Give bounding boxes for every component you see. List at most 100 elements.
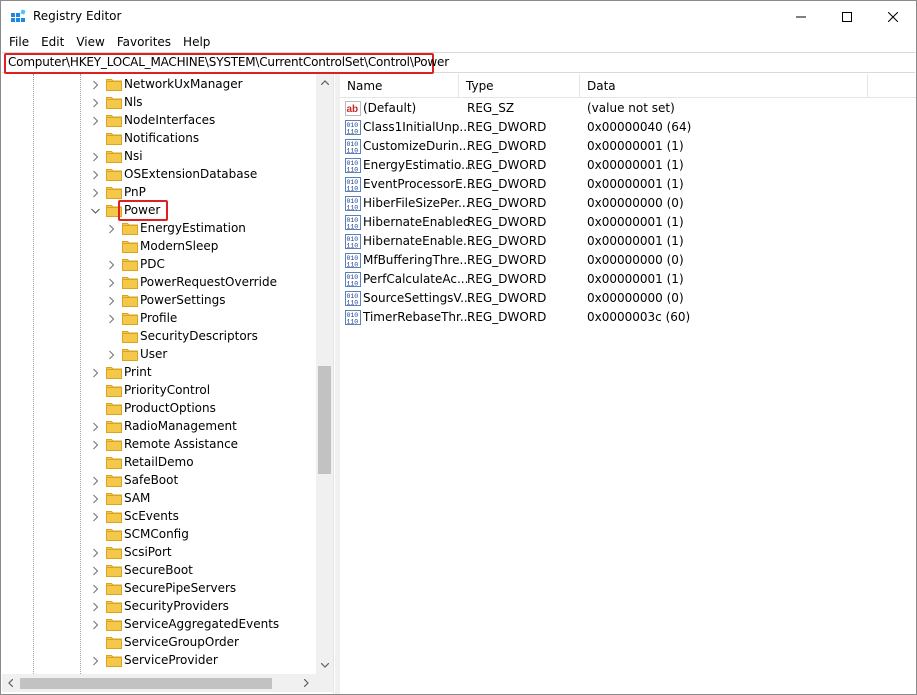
chevron-right-icon[interactable] bbox=[91, 601, 100, 612]
tree-item[interactable]: Power bbox=[2, 200, 316, 221]
menu-help[interactable]: Help bbox=[177, 32, 216, 52]
tree-item[interactable]: PowerRequestOverride bbox=[2, 273, 316, 291]
value-row[interactable]: 010 110 EventProcessorE... REG_DWORD 0x00000… bbox=[340, 175, 916, 194]
tree-item[interactable]: RadioManagement bbox=[2, 417, 316, 435]
folder-icon bbox=[122, 329, 138, 343]
chevron-right-icon[interactable] bbox=[91, 475, 100, 486]
scroll-left-arrow-icon[interactable] bbox=[2, 674, 19, 691]
tree-item[interactable]: SCMConfig bbox=[2, 525, 316, 543]
value-row[interactable]: 010 110 MfBufferingThre... REG_DWORD 0x00000… bbox=[340, 251, 916, 270]
chevron-right-icon[interactable] bbox=[91, 187, 100, 198]
tree-item[interactable]: ProductOptions bbox=[2, 399, 316, 417]
tree-item-label: NetworkUxManager bbox=[124, 77, 243, 91]
tree-item[interactable]: PnP bbox=[2, 183, 316, 201]
chevron-right-icon[interactable] bbox=[91, 583, 100, 594]
chevron-right-icon[interactable] bbox=[91, 547, 100, 558]
chevron-right-icon[interactable] bbox=[91, 439, 100, 450]
tree-item[interactable]: SecureBoot bbox=[2, 561, 316, 579]
tree-item[interactable]: ServiceProvider bbox=[2, 651, 316, 669]
title-bar[interactable]: Registry Editor bbox=[1, 1, 916, 32]
tree-item[interactable]: Print bbox=[2, 363, 316, 381]
chevron-right-icon[interactable] bbox=[91, 619, 100, 630]
tree-item[interactable]: SAM bbox=[2, 489, 316, 507]
tree-item[interactable]: ServiceGroupOrder bbox=[2, 633, 316, 651]
chevron-right-icon[interactable] bbox=[91, 79, 100, 90]
chevron-right-icon[interactable] bbox=[91, 151, 100, 162]
chevron-right-icon[interactable] bbox=[91, 565, 100, 576]
chevron-right-icon[interactable] bbox=[91, 655, 100, 666]
chevron-right-icon[interactable] bbox=[107, 277, 116, 288]
chevron-right-icon[interactable] bbox=[91, 97, 100, 108]
column-header-type[interactable]: Type bbox=[459, 74, 580, 98]
chevron-right-icon[interactable] bbox=[91, 421, 100, 432]
scroll-up-arrow-icon[interactable] bbox=[316, 74, 333, 91]
value-name: TimerRebaseThr... bbox=[363, 310, 472, 324]
tree-vertical-scrollbar[interactable] bbox=[316, 74, 333, 674]
chevron-right-icon[interactable] bbox=[107, 295, 116, 306]
scroll-right-arrow-icon[interactable] bbox=[298, 674, 315, 691]
chevron-right-icon[interactable] bbox=[107, 223, 116, 234]
chevron-right-icon[interactable] bbox=[91, 169, 100, 180]
tree-item[interactable]: SecurityProviders bbox=[2, 597, 316, 615]
tree-item[interactable]: User bbox=[2, 345, 316, 363]
tree-horizontal-scrollbar[interactable] bbox=[2, 674, 333, 692]
menu-edit[interactable]: Edit bbox=[35, 32, 70, 52]
menu-favorites[interactable]: Favorites bbox=[111, 32, 177, 52]
value-row[interactable]: 010 110 TimerRebaseThr... REG_DWORD 0x000000… bbox=[340, 308, 916, 327]
minimize-button[interactable] bbox=[778, 1, 824, 32]
value-row[interactable]: ab (Default) REG_SZ (value not set) bbox=[340, 99, 916, 118]
maximize-button[interactable] bbox=[824, 1, 870, 32]
chevron-right-icon[interactable] bbox=[91, 511, 100, 522]
tree-item[interactable]: SecurityDescriptors bbox=[2, 327, 316, 345]
tree-item[interactable]: PowerSettings bbox=[2, 291, 316, 309]
tree-item[interactable]: OSExtensionDatabase bbox=[2, 165, 316, 183]
tree-item[interactable]: ScsiPort bbox=[2, 543, 316, 561]
chevron-right-icon[interactable] bbox=[107, 259, 116, 270]
value-row[interactable]: 010 110 HibernateEnabled REG_DWORD 0x0000000… bbox=[340, 213, 916, 232]
tree-item[interactable]: SecurePipeServers bbox=[2, 579, 316, 597]
value-row[interactable]: 010 110 CustomizeDurin... REG_DWORD 0x000000… bbox=[340, 137, 916, 156]
menu-file[interactable]: File bbox=[3, 32, 35, 52]
column-header-data[interactable]: Data bbox=[580, 74, 868, 98]
tree-item[interactable]: NetworkUxManager bbox=[2, 75, 316, 93]
scroll-down-arrow-icon[interactable] bbox=[316, 657, 333, 674]
tree-horizontal-scroll-thumb[interactable] bbox=[20, 678, 272, 689]
column-header-name[interactable]: Name bbox=[340, 74, 459, 98]
chevron-right-icon[interactable] bbox=[107, 313, 116, 324]
tree-item[interactable]: PDC bbox=[2, 255, 316, 273]
tree-item[interactable]: RetailDemo bbox=[2, 453, 316, 471]
chevron-right-icon[interactable] bbox=[91, 115, 100, 126]
tree-item[interactable]: PriorityControl bbox=[2, 381, 316, 399]
chevron-right-icon[interactable] bbox=[91, 493, 100, 504]
close-button[interactable] bbox=[870, 1, 916, 32]
value-row[interactable]: 010 110 HibernateEnable... REG_DWORD 0x00000… bbox=[340, 232, 916, 251]
chevron-right-icon[interactable] bbox=[107, 349, 116, 360]
address-path[interactable]: Computer\HKEY_LOCAL_MACHINE\SYSTEM\Curre… bbox=[8, 55, 449, 69]
chevron-down-icon[interactable] bbox=[91, 205, 100, 215]
tree-item[interactable]: Nsi bbox=[2, 147, 316, 165]
tree-item[interactable]: NodeInterfaces bbox=[2, 111, 316, 129]
value-row[interactable]: 010 110 Class1InitialUnp... REG_DWORD 0x0000… bbox=[340, 118, 916, 137]
value-row[interactable]: 010 110 SourceSettingsV... REG_DWORD 0x00000… bbox=[340, 289, 916, 308]
tree-item[interactable]: SafeBoot bbox=[2, 471, 316, 489]
key-tree-pane: NetworkUxManager Nls NodeInterfaces Notific… bbox=[2, 74, 334, 694]
tree-item[interactable]: ModernSleep bbox=[2, 237, 316, 255]
value-row[interactable]: 010 110 HiberFileSizePer... REG_DWORD 0x0000… bbox=[340, 194, 916, 213]
tree-item[interactable]: Remote Assistance bbox=[2, 435, 316, 453]
tree-vertical-scroll-thumb[interactable] bbox=[318, 366, 331, 474]
menu-view[interactable]: View bbox=[70, 32, 110, 52]
value-data: 0x00000001 (1) bbox=[587, 158, 684, 172]
value-row[interactable]: 010 110 PerfCalculateAc... REG_DWORD 0x00000… bbox=[340, 270, 916, 289]
value-row[interactable]: 010 110 EnergyEstimatio... REG_DWORD 0x00000… bbox=[340, 156, 916, 175]
address-bar[interactable]: Computer\HKEY_LOCAL_MACHINE\SYSTEM\Curre… bbox=[2, 52, 915, 74]
tree-item-label: ServiceGroupOrder bbox=[124, 635, 239, 649]
chevron-right-icon[interactable] bbox=[91, 367, 100, 378]
tree-item[interactable]: EnergyEstimation bbox=[2, 219, 316, 237]
tree-item-label: SafeBoot bbox=[124, 473, 179, 487]
folder-icon bbox=[106, 149, 122, 163]
tree-item[interactable]: Nls bbox=[2, 93, 316, 111]
tree-item[interactable]: Notifications bbox=[2, 129, 316, 147]
tree-item[interactable]: ScEvents bbox=[2, 507, 316, 525]
tree-item[interactable]: Profile bbox=[2, 309, 316, 327]
tree-item[interactable]: ServiceAggregatedEvents bbox=[2, 615, 316, 633]
